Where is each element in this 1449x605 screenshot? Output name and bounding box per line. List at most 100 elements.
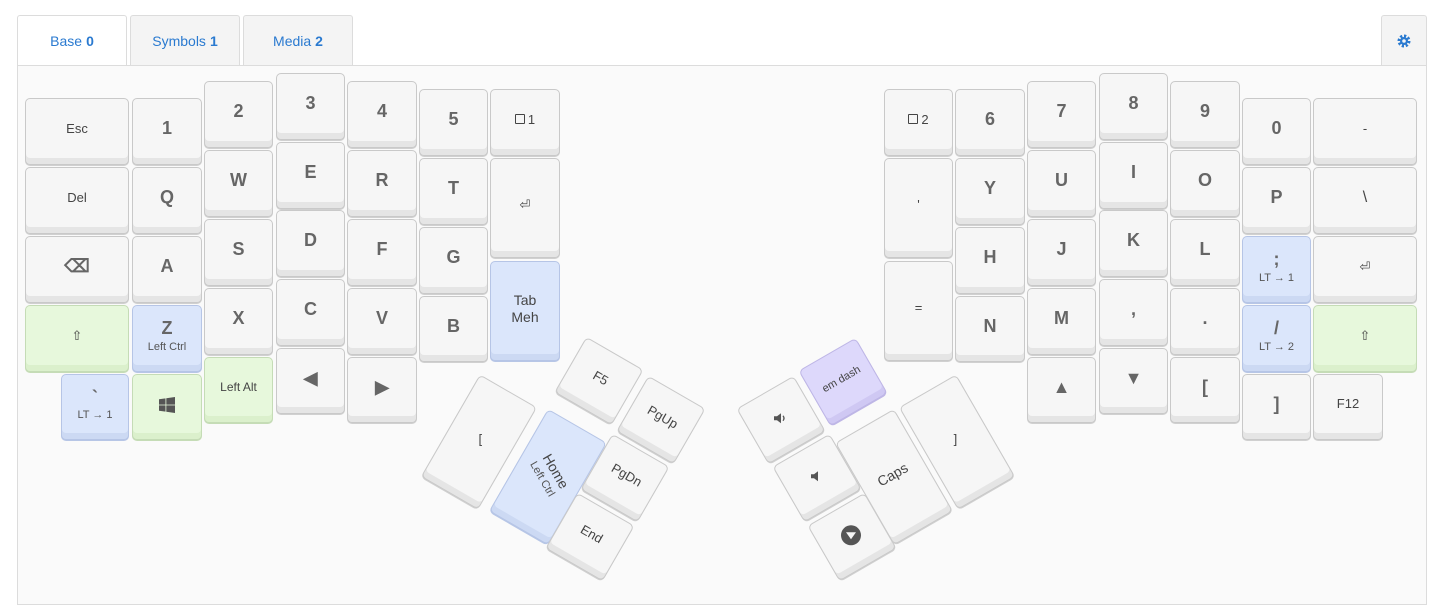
settings-button[interactable]: [1381, 15, 1427, 65]
key-down-arrow[interactable]: ▼: [1099, 348, 1168, 414]
key-enter-right[interactable]: ⏎: [1313, 236, 1417, 303]
key-right-shift[interactable]: ⇧: [1313, 305, 1417, 372]
key-a[interactable]: A: [132, 236, 202, 303]
key-right-arrow[interactable]: ▶: [347, 357, 417, 423]
key-s[interactable]: S: [204, 219, 273, 286]
key-k[interactable]: K: [1099, 210, 1168, 277]
key-z[interactable]: Z Left Ctrl: [132, 305, 202, 372]
key-left-arrow[interactable]: ◀: [276, 348, 345, 414]
up-arrow-icon: ▲: [1052, 376, 1071, 397]
key-comma-label: ,: [1130, 299, 1136, 320]
key-right-bracket[interactable]: ]: [1242, 374, 1311, 440]
key-o[interactable]: O: [1170, 150, 1240, 217]
key-semicolon[interactable]: ; LT → 1: [1242, 236, 1311, 303]
key-v[interactable]: V: [347, 288, 417, 355]
key-f12-label: F12: [1336, 396, 1360, 412]
key-layer-2-label: 2: [921, 111, 929, 127]
key-home-content: Home Left Ctrl: [526, 450, 572, 499]
key-1[interactable]: 1: [132, 98, 202, 165]
key-left-shift[interactable]: ⇧: [25, 305, 129, 372]
key-9-label: 9: [1199, 101, 1210, 122]
key-layer-2-content: 2: [908, 111, 929, 127]
key-v-label: V: [375, 308, 388, 329]
key-n[interactable]: N: [955, 296, 1025, 362]
key-e[interactable]: E: [276, 142, 345, 209]
key-backspace[interactable]: ⌫: [25, 236, 129, 303]
key-7[interactable]: 7: [1027, 81, 1096, 148]
key-y[interactable]: Y: [955, 158, 1025, 225]
key-8[interactable]: 8: [1099, 73, 1168, 140]
key-del[interactable]: Del: [25, 167, 129, 234]
key-2[interactable]: 2: [204, 81, 273, 148]
key-i[interactable]: I: [1099, 142, 1168, 209]
key-slash[interactable]: / LT → 2: [1242, 305, 1311, 372]
key-em-dash-label: em dash: [820, 364, 863, 396]
tab-media[interactable]: Media 2: [243, 15, 353, 65]
key-q-label: Q: [159, 187, 174, 208]
key-tab-label: Tab: [513, 292, 537, 309]
backspace-icon: ⌫: [64, 256, 90, 277]
key-d[interactable]: D: [276, 210, 345, 277]
key-k-label: K: [1127, 230, 1140, 251]
key-6[interactable]: 6: [955, 89, 1025, 156]
key-gui[interactable]: [132, 374, 202, 440]
key-x[interactable]: X: [204, 288, 273, 355]
key-comma[interactable]: ,: [1099, 279, 1168, 346]
key-m[interactable]: M: [1027, 288, 1096, 355]
key-left-bracket[interactable]: [: [1170, 357, 1240, 423]
key-equals-label: =: [914, 300, 923, 316]
key-r[interactable]: R: [347, 150, 417, 217]
key-z-sub: Left Ctrl: [147, 340, 187, 353]
key-enter-left[interactable]: ⏎: [490, 158, 560, 258]
key-backslash[interactable]: \: [1313, 167, 1417, 234]
key-period[interactable]: .: [1170, 288, 1240, 355]
key-a-label: A: [160, 256, 174, 277]
key-grave-label: `: [92, 386, 98, 407]
key-f12[interactable]: F12: [1313, 374, 1383, 440]
key-3[interactable]: 3: [276, 73, 345, 140]
enter-icon: ⏎: [1359, 258, 1371, 274]
key-5[interactable]: 5: [419, 89, 488, 156]
key-semicolon-sub: LT → 1: [1258, 271, 1295, 284]
key-o-label: O: [1197, 170, 1212, 191]
key-w[interactable]: W: [204, 150, 273, 217]
key-left-alt-label: Left Alt: [220, 379, 257, 394]
tab-base[interactable]: Base 0: [17, 15, 127, 66]
key-quote[interactable]: ': [884, 158, 953, 258]
key-layer-2[interactable]: 2: [884, 89, 953, 156]
key-p[interactable]: P: [1242, 167, 1311, 234]
key-b-label: B: [447, 315, 460, 336]
key-q[interactable]: Q: [132, 167, 202, 234]
key-esc[interactable]: Esc: [25, 98, 129, 165]
key-f[interactable]: F: [347, 219, 417, 286]
key-g[interactable]: G: [419, 227, 488, 294]
shift-icon: ⇧: [1359, 327, 1371, 343]
key-l[interactable]: L: [1170, 219, 1240, 286]
volume-up-icon: [773, 412, 785, 423]
key-n-label: N: [983, 315, 997, 336]
key-0[interactable]: 0: [1242, 98, 1311, 165]
key-c[interactable]: C: [276, 279, 345, 346]
tab-base-label: Base: [50, 33, 83, 49]
key-j[interactable]: J: [1027, 219, 1096, 286]
key-grave[interactable]: ` LT → 1: [61, 374, 129, 440]
key-j-label: J: [1056, 239, 1067, 260]
key-left-alt[interactable]: Left Alt: [204, 357, 273, 423]
key-4[interactable]: 4: [347, 81, 417, 148]
volume-down-icon: [810, 470, 818, 481]
key-up-arrow[interactable]: ▲: [1027, 357, 1096, 423]
key-minus[interactable]: -: [1313, 98, 1417, 165]
key-h[interactable]: H: [955, 227, 1025, 294]
key-equals[interactable]: =: [884, 261, 953, 361]
key-z-label: Z: [161, 318, 173, 339]
layer-icon: [514, 113, 525, 124]
key-quote-label: ': [917, 197, 920, 213]
key-u[interactable]: U: [1027, 150, 1096, 217]
key-9[interactable]: 9: [1170, 81, 1240, 148]
key-t[interactable]: T: [419, 158, 488, 225]
key-caps-label: Caps: [874, 459, 911, 490]
key-tab-meh[interactable]: Tab Meh: [490, 261, 560, 361]
key-b[interactable]: B: [419, 296, 488, 362]
key-layer-1[interactable]: 1: [490, 89, 560, 156]
tab-symbols[interactable]: Symbols 1: [130, 15, 240, 65]
